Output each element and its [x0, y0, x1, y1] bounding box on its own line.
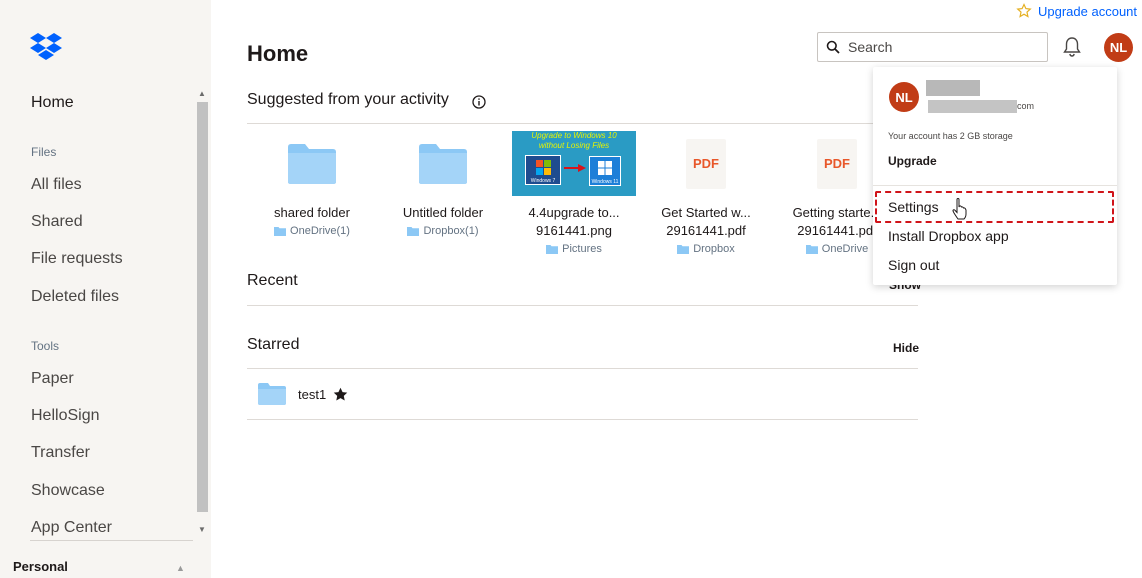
storage-info: Your account has 2 GB storage: [888, 131, 1013, 141]
scroll-up-arrow-icon[interactable]: ▲: [198, 90, 206, 98]
preview-caption: Upgrade to Windows 10 without Losing Fil…: [531, 131, 617, 150]
starred-toggle-button[interactable]: Hide: [893, 341, 919, 355]
folder-small-icon: [274, 227, 287, 236]
sidebar-item-paper[interactable]: Paper: [31, 370, 74, 388]
starred-section-title: Starred: [247, 336, 300, 353]
folder-small-icon: [407, 227, 420, 236]
suggested-item-location: OneDrive(1): [247, 222, 377, 240]
windows-7-logo-icon: Windows 7: [525, 155, 561, 185]
arrow-right-icon: [564, 164, 586, 172]
location-label: Dropbox: [693, 243, 735, 255]
divider: [247, 305, 918, 306]
bell-icon[interactable]: [1062, 36, 1082, 58]
folder-small-icon: [546, 245, 559, 254]
account-menu: NL com Your account has 2 GB storage Upg…: [873, 67, 1117, 285]
account-email-redacted: [928, 100, 1017, 113]
search-input[interactable]: [848, 39, 1028, 55]
sidebar: Home Files All files Shared File request…: [0, 0, 211, 578]
account-menu-avatar: NL: [889, 82, 919, 112]
sidebar-item-showcase[interactable]: Showcase: [31, 482, 105, 500]
suggested-item-name-line2: 9161441.png: [536, 223, 612, 238]
sidebar-divider: [30, 540, 193, 541]
preview-label-left: Windows 7: [530, 178, 556, 184]
location-label: Pictures: [562, 243, 602, 255]
star-filled-icon[interactable]: [333, 387, 348, 402]
suggested-item[interactable]: Upgrade to Windows 10 without Losing Fil…: [509, 131, 639, 258]
suggested-item-name: Get Started w...: [661, 205, 751, 220]
sidebar-item-transfer[interactable]: Transfer: [31, 444, 90, 462]
windows-11-logo-icon: Windows 11: [589, 156, 621, 186]
location-label: Dropbox(1): [423, 225, 479, 237]
search-icon: [826, 40, 840, 54]
info-icon[interactable]: [472, 95, 486, 109]
folder-small-icon: [677, 245, 690, 254]
dropbox-logo-icon[interactable]: [30, 32, 62, 60]
search-box[interactable]: [817, 32, 1048, 62]
thumbnail: [378, 131, 508, 196]
location-label: OneDrive(1): [290, 225, 350, 237]
star-outline-icon: [1016, 3, 1032, 18]
suggested-item-name-line2: 29161441.pdf: [666, 223, 746, 238]
account-name-redacted: [926, 80, 980, 96]
page-title: Home: [247, 41, 309, 66]
suggested-section-title: Suggested from your activity: [247, 91, 449, 108]
account-switcher-label[interactable]: Personal: [13, 559, 68, 574]
hand-cursor-icon: [952, 198, 967, 220]
recent-section-title: Recent: [247, 272, 298, 289]
suggested-item[interactable]: shared folder OneDrive(1): [247, 131, 377, 240]
sidebar-item-file-requests[interactable]: File requests: [31, 250, 123, 268]
sidebar-item-home[interactable]: Home: [31, 94, 74, 112]
sidebar-item-deleted-files[interactable]: Deleted files: [31, 288, 119, 306]
folder-icon: [258, 383, 286, 405]
sidebar-item-shared[interactable]: Shared: [31, 213, 83, 231]
suggested-item-location: Dropbox: [641, 240, 771, 258]
sidebar-section-tools: Tools: [31, 339, 60, 353]
suggested-item-name: 4.4upgrade to...: [528, 205, 620, 220]
menu-divider: [873, 185, 1117, 186]
chevron-up-icon[interactable]: ▲: [176, 563, 185, 573]
folder-icon: [288, 143, 336, 184]
suggested-item-location: Pictures: [509, 240, 639, 258]
suggested-item[interactable]: Untitled folder Dropbox(1): [378, 131, 508, 240]
thumbnail: PDF: [641, 131, 771, 196]
sidebar-section-files: Files: [31, 145, 57, 159]
sidebar-scroll-thumb[interactable]: [197, 102, 208, 512]
thumbnail: [247, 131, 377, 196]
divider: [247, 368, 918, 369]
sidebar-item-all-files[interactable]: All files: [31, 176, 82, 194]
location-label: OneDrive: [821, 243, 869, 255]
suggested-item-name: shared folder: [274, 205, 350, 220]
upgrade-button[interactable]: Upgrade: [888, 154, 937, 168]
sidebar-item-hellosign[interactable]: HelloSign: [31, 407, 99, 425]
menu-item-settings[interactable]: Settings: [888, 199, 939, 215]
thumbnail: Upgrade to Windows 10 without Losing Fil…: [509, 131, 639, 196]
menu-item-install-app[interactable]: Install Dropbox app: [888, 228, 1009, 244]
pdf-file-icon: PDF: [686, 138, 726, 189]
starred-item-name[interactable]: test1: [298, 387, 326, 402]
suggested-item[interactable]: PDF Get Started w... 29161441.pdf Dropbo…: [641, 131, 771, 258]
upgrade-account-label[interactable]: Upgrade account: [1038, 4, 1137, 19]
folder-small-icon: [805, 245, 818, 254]
preview-label-right: Windows 11: [591, 179, 619, 185]
menu-item-sign-out[interactable]: Sign out: [888, 257, 939, 273]
upgrade-account-link[interactable]: Upgrade account: [1016, 2, 1137, 20]
suggested-item-location: Dropbox(1): [378, 222, 508, 240]
sidebar-item-app-center[interactable]: App Center: [31, 519, 112, 537]
divider: [247, 123, 918, 124]
folder-icon: [419, 143, 467, 184]
divider: [247, 419, 918, 420]
image-preview: Upgrade to Windows 10 without Losing Fil…: [512, 131, 636, 196]
account-email-suffix: com: [1017, 101, 1035, 111]
scroll-down-arrow-icon[interactable]: ▼: [198, 526, 206, 534]
starred-list-item[interactable]: test1: [247, 370, 918, 418]
suggested-item-name: Untitled folder: [402, 205, 484, 220]
avatar[interactable]: NL: [1104, 33, 1133, 62]
pdf-file-icon: PDF: [817, 138, 857, 189]
